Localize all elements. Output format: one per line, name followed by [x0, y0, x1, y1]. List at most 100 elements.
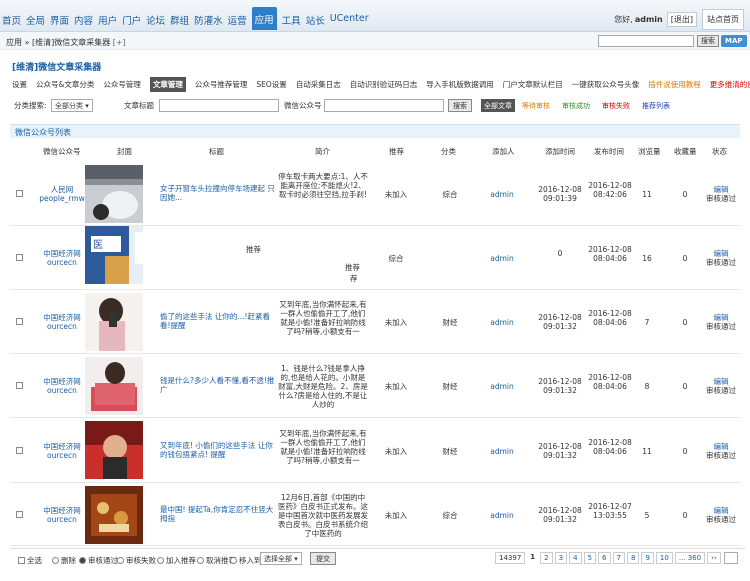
- topnav-item-8[interactable]: 防灌水: [194, 13, 223, 30]
- topnav-item-13[interactable]: UCenter: [330, 13, 369, 30]
- account-id-link[interactable]: ourcecn: [47, 322, 77, 331]
- page-jump-input[interactable]: [724, 552, 738, 564]
- account-name-link[interactable]: 中国经济网: [43, 377, 81, 386]
- subtab-2[interactable]: 公众号管理: [103, 79, 141, 90]
- row-checkbox[interactable]: [16, 254, 23, 261]
- account-id-link[interactable]: people_rmw: [39, 194, 85, 203]
- page-link[interactable]: 4: [569, 552, 582, 564]
- page-link[interactable]: 2: [540, 552, 553, 564]
- adder-link[interactable]: admin: [482, 511, 522, 520]
- account-input[interactable]: [324, 99, 444, 112]
- op-approve-radio[interactable]: 审核通过: [79, 555, 118, 566]
- page-link[interactable]: 3: [554, 552, 568, 564]
- account-id-link[interactable]: ourcecn: [47, 386, 77, 395]
- op-recommend-radio[interactable]: 加入推荐: [157, 555, 196, 566]
- subtab-6[interactable]: 自动采集日志: [296, 79, 341, 90]
- select-all-checkbox[interactable]: 全选: [18, 555, 42, 566]
- edit-link[interactable]: 编辑: [714, 185, 729, 194]
- page-link[interactable]: 5: [583, 552, 597, 564]
- subtab-0[interactable]: 设置: [12, 79, 27, 90]
- topnav-item-11[interactable]: 工具: [282, 13, 301, 30]
- account-id-link[interactable]: ourcecn: [47, 451, 77, 460]
- edit-link[interactable]: 编辑: [714, 442, 729, 451]
- topnav-item-0[interactable]: 首页: [2, 13, 21, 30]
- row-checkbox[interactable]: [16, 318, 23, 325]
- topnav-item-1[interactable]: 全局: [26, 13, 45, 30]
- edit-link[interactable]: 编辑: [714, 377, 729, 386]
- row-checkbox[interactable]: [16, 446, 23, 454]
- op-move-radio[interactable]: 移入到: [230, 555, 262, 566]
- pending-link[interactable]: 等待审核: [522, 101, 550, 111]
- account-name-link[interactable]: 中国经济网: [43, 313, 81, 322]
- subtab-8[interactable]: 导入手机版数据调用: [426, 79, 494, 90]
- page-link[interactable]: 7: [612, 552, 625, 564]
- current-page[interactable]: 1: [527, 552, 539, 564]
- subtab-12[interactable]: 更多维清的应用: [710, 79, 750, 90]
- rejected-link[interactable]: 审核失败: [602, 101, 630, 111]
- category-select[interactable]: 全部分类 ▾: [51, 99, 93, 112]
- topnav-item-9[interactable]: 运营: [228, 13, 247, 30]
- edit-link[interactable]: 编辑: [714, 249, 729, 258]
- subtab-5[interactable]: SEO设置: [256, 79, 286, 90]
- approved-link[interactable]: 审核成功: [562, 101, 590, 111]
- article-title-link[interactable]: 最中国! 提起Ta,你肯定忍不住竖大拇指: [160, 505, 278, 523]
- subtab-10[interactable]: 一键获取公众号头像: [572, 79, 640, 90]
- topnav-item-12[interactable]: 站长: [306, 13, 325, 30]
- article-title-link[interactable]: 偷了的这些手法 让你的...!赶紧看看!提醒: [160, 312, 278, 330]
- logout-link[interactable]: [退出]: [666, 12, 697, 27]
- op-delete-radio[interactable]: 删除: [52, 555, 76, 566]
- top-search-button[interactable]: 搜索: [697, 35, 719, 47]
- page-link[interactable]: 8: [626, 552, 640, 564]
- page-link[interactable]: 9: [641, 552, 654, 564]
- article-title-link[interactable]: 钱是什么?多少人看不懂,看不透!推广: [160, 376, 278, 394]
- topnav-item-2[interactable]: 界面: [50, 13, 69, 30]
- topnav-item-5[interactable]: 门户: [122, 13, 141, 30]
- row-checkbox[interactable]: [16, 382, 23, 389]
- subtab-1[interactable]: 公众号&文章分类: [36, 79, 94, 90]
- page-link[interactable]: 10: [655, 552, 673, 564]
- map-button[interactable]: MAP: [721, 35, 747, 47]
- topnav-item-3[interactable]: 内容: [74, 13, 93, 30]
- top-search-input[interactable]: [598, 35, 694, 47]
- breadcrumb-page[interactable]: [维清]微信文章采集器: [32, 38, 110, 47]
- account-id-link[interactable]: ourcecn: [47, 515, 77, 524]
- subtab-11[interactable]: 插件说使用教程: [648, 79, 701, 90]
- account-name-link[interactable]: 人民网: [51, 185, 74, 194]
- breadcrumb-root[interactable]: 应用: [6, 38, 22, 47]
- row-checkbox[interactable]: [16, 510, 23, 518]
- adder-link[interactable]: admin: [482, 318, 522, 327]
- add-shortcut-link[interactable]: [+]: [113, 38, 126, 47]
- article-title-link[interactable]: 又到年底! 小偷们的这些手法 让你的钱包捂紧点! 提醒: [160, 441, 278, 459]
- edit-link[interactable]: 编辑: [714, 313, 729, 322]
- subtab-9[interactable]: 门户文章默认栏目: [503, 79, 563, 90]
- move-target-select[interactable]: 选择全部 ▾: [260, 552, 302, 565]
- page-link[interactable]: 6: [598, 552, 611, 564]
- all-articles-button[interactable]: 全部文章: [481, 99, 515, 112]
- account-name-link[interactable]: 中国经济网: [43, 442, 81, 451]
- subtab-4[interactable]: 公众号推荐管理: [195, 79, 248, 90]
- page-link[interactable]: ... 360: [674, 552, 706, 564]
- account-name-link[interactable]: 中国经济网: [43, 506, 81, 515]
- adder-link[interactable]: admin: [482, 382, 522, 391]
- adder-link[interactable]: admin: [482, 254, 522, 263]
- topnav-item-10[interactable]: 应用: [251, 7, 277, 30]
- topnav-item-6[interactable]: 论坛: [146, 13, 165, 30]
- article-title-link[interactable]: 女子开窗车头拉撞向停车场建起 只因她...: [160, 184, 278, 202]
- filter-search-button[interactable]: 搜索: [448, 99, 472, 112]
- recommend-list-link[interactable]: 推荐列表: [642, 101, 670, 111]
- row-checkbox[interactable]: [16, 190, 23, 197]
- adder-link[interactable]: admin: [482, 447, 522, 456]
- op-reject-radio[interactable]: 审核失败: [117, 555, 156, 566]
- subtab-7[interactable]: 自动识别验证码日志: [350, 79, 418, 90]
- topnav-item-7[interactable]: 群组: [170, 13, 189, 30]
- submit-button[interactable]: 提交: [310, 552, 336, 565]
- edit-link[interactable]: 编辑: [714, 506, 729, 515]
- adder-link[interactable]: admin: [482, 190, 522, 199]
- account-name-link[interactable]: 中国经济网: [43, 249, 81, 258]
- subtab-3[interactable]: 文章管理: [149, 77, 186, 92]
- page-link[interactable]: ››: [707, 552, 721, 564]
- site-home-link[interactable]: 站点首页: [702, 9, 744, 30]
- title-input[interactable]: [159, 99, 279, 112]
- account-id-link[interactable]: ourcecn: [47, 258, 77, 267]
- topnav-item-4[interactable]: 用户: [98, 13, 117, 30]
